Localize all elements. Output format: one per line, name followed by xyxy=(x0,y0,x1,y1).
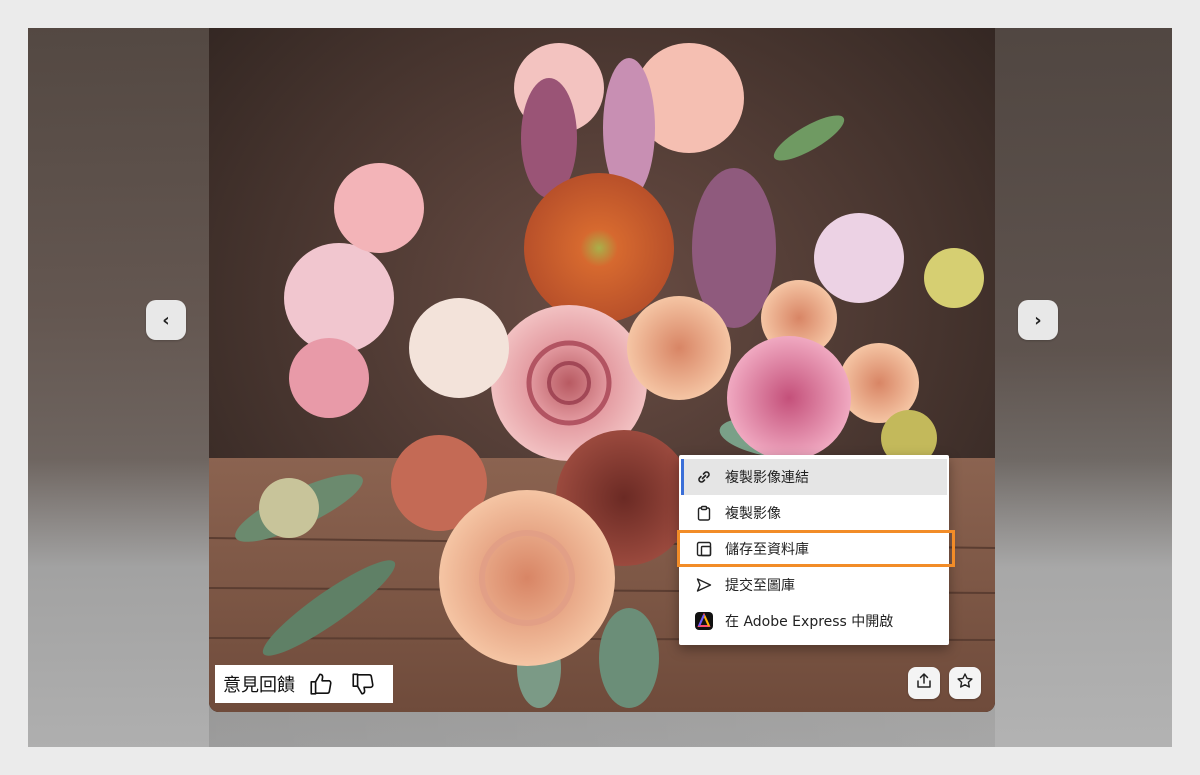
thumbs-up-icon[interactable] xyxy=(307,670,335,698)
menu-item-copy-image[interactable]: 複製影像 xyxy=(681,495,947,531)
star-icon xyxy=(956,672,974,694)
feedback-label: 意見回饋 xyxy=(223,675,295,696)
menu-item-label: 在 Adobe Express 中開啟 xyxy=(725,614,894,630)
menu-item-label: 複製影像 xyxy=(725,506,781,522)
favorite-button[interactable] xyxy=(949,667,981,699)
menu-item-label: 儲存至資料庫 xyxy=(725,542,809,558)
adobe-express-icon xyxy=(695,612,713,630)
menu-item-open-in-adobe-express[interactable]: 在 Adobe Express 中開啟 xyxy=(681,603,947,639)
chevron-left-icon: ‹ xyxy=(162,309,170,331)
next-image-button[interactable]: › xyxy=(1018,300,1058,340)
menu-item-label: 提交至圖庫 xyxy=(725,578,795,594)
share-icon xyxy=(915,672,933,694)
previous-image-button[interactable]: ‹ xyxy=(146,300,186,340)
menu-item-save-to-library[interactable]: 儲存至資料庫 xyxy=(677,530,955,567)
context-menu: 複製影像連結 複製影像 儲存至資料庫 提交至圖庫 在 Adobe Express… xyxy=(677,455,955,645)
library-icon xyxy=(695,540,713,558)
menu-item-submit-to-stock[interactable]: 提交至圖庫 xyxy=(681,567,947,603)
link-icon xyxy=(695,468,713,486)
share-button[interactable] xyxy=(908,667,940,699)
send-icon xyxy=(695,576,713,594)
menu-item-copy-image-link[interactable]: 複製影像連結 xyxy=(681,459,947,495)
clipboard-icon xyxy=(695,504,713,522)
chevron-right-icon: › xyxy=(1034,309,1042,331)
feedback-bar: 意見回饋 xyxy=(215,665,393,703)
menu-item-label: 複製影像連結 xyxy=(725,470,809,486)
thumbs-down-icon[interactable] xyxy=(349,670,377,698)
